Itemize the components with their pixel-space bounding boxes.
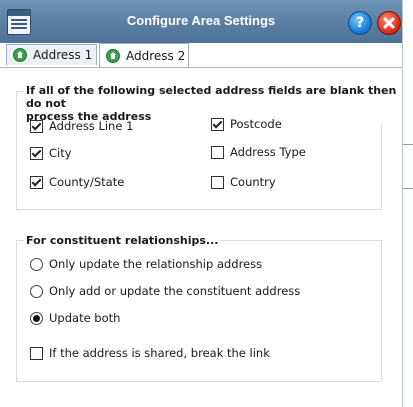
checkbox-box (30, 119, 43, 133)
radio-label: Only update the relationship address (49, 257, 263, 271)
tab-label: Address 1 (33, 48, 93, 62)
radio-update-both[interactable]: Update both (30, 311, 120, 325)
checkbox-box (211, 117, 224, 131)
background-window (402, 0, 413, 407)
checkbox-box (30, 175, 43, 189)
group-title-line: If all of the following selected address… (26, 84, 397, 110)
radio-update-relationship-address[interactable]: Only update the relationship address (30, 257, 262, 271)
question-mark-icon: ? (355, 15, 365, 31)
tab-label: Address 2 (126, 48, 186, 63)
checkbox-label: Country (230, 175, 276, 189)
relationships-group-title: For constituent relationships... (24, 234, 221, 247)
window-title: Configure Area Settings (126, 13, 276, 28)
tab-address-1[interactable]: Address 1 (6, 44, 97, 65)
background-divider (402, 144, 413, 145)
checkbox-label: Postcode (230, 117, 282, 131)
radio-circle (30, 311, 43, 325)
close-icon (383, 17, 395, 29)
checkbox-postcode[interactable]: Postcode (211, 117, 282, 131)
radio-label: Update both (49, 311, 121, 325)
checkbox-box (30, 346, 43, 360)
home-icon (13, 48, 27, 62)
checkbox-label: Address Line 1 (49, 119, 134, 133)
checkbox-label: County/State (49, 175, 125, 189)
title-bar: Configure Area Settings ? (0, 0, 402, 43)
tab-strip: Address 1 Address 2 (0, 43, 402, 68)
radio-circle (30, 257, 43, 271)
checkbox-address-line-1[interactable]: Address Line 1 (30, 119, 133, 133)
checkbox-label: If the address is shared, break the link (49, 346, 270, 360)
checkbox-box (211, 175, 224, 189)
tab-address-2[interactable]: Address 2 (99, 43, 189, 67)
background-divider (402, 188, 413, 189)
checkbox-country[interactable]: Country (211, 175, 276, 189)
configure-area-settings-dialog: Configure Area Settings ? Address 1 Addr… (0, 0, 403, 407)
radio-update-constituent-address[interactable]: Only add or update the constituent addre… (30, 284, 300, 298)
checkbox-label: Address Type (230, 145, 306, 159)
radio-circle (30, 284, 43, 298)
checkbox-city[interactable]: City (30, 146, 72, 160)
checkbox-address-type[interactable]: Address Type (211, 145, 306, 159)
close-button[interactable] (377, 11, 401, 35)
home-icon (106, 48, 120, 63)
checkbox-break-shared-link[interactable]: If the address is shared, break the link (30, 346, 270, 360)
help-button[interactable]: ? (348, 11, 372, 35)
checkbox-box (211, 145, 224, 159)
checkbox-label: City (49, 146, 72, 160)
checkbox-box (30, 146, 43, 160)
radio-label: Only add or update the constituent addre… (49, 284, 301, 298)
checkbox-county-state[interactable]: County/State (30, 175, 124, 189)
